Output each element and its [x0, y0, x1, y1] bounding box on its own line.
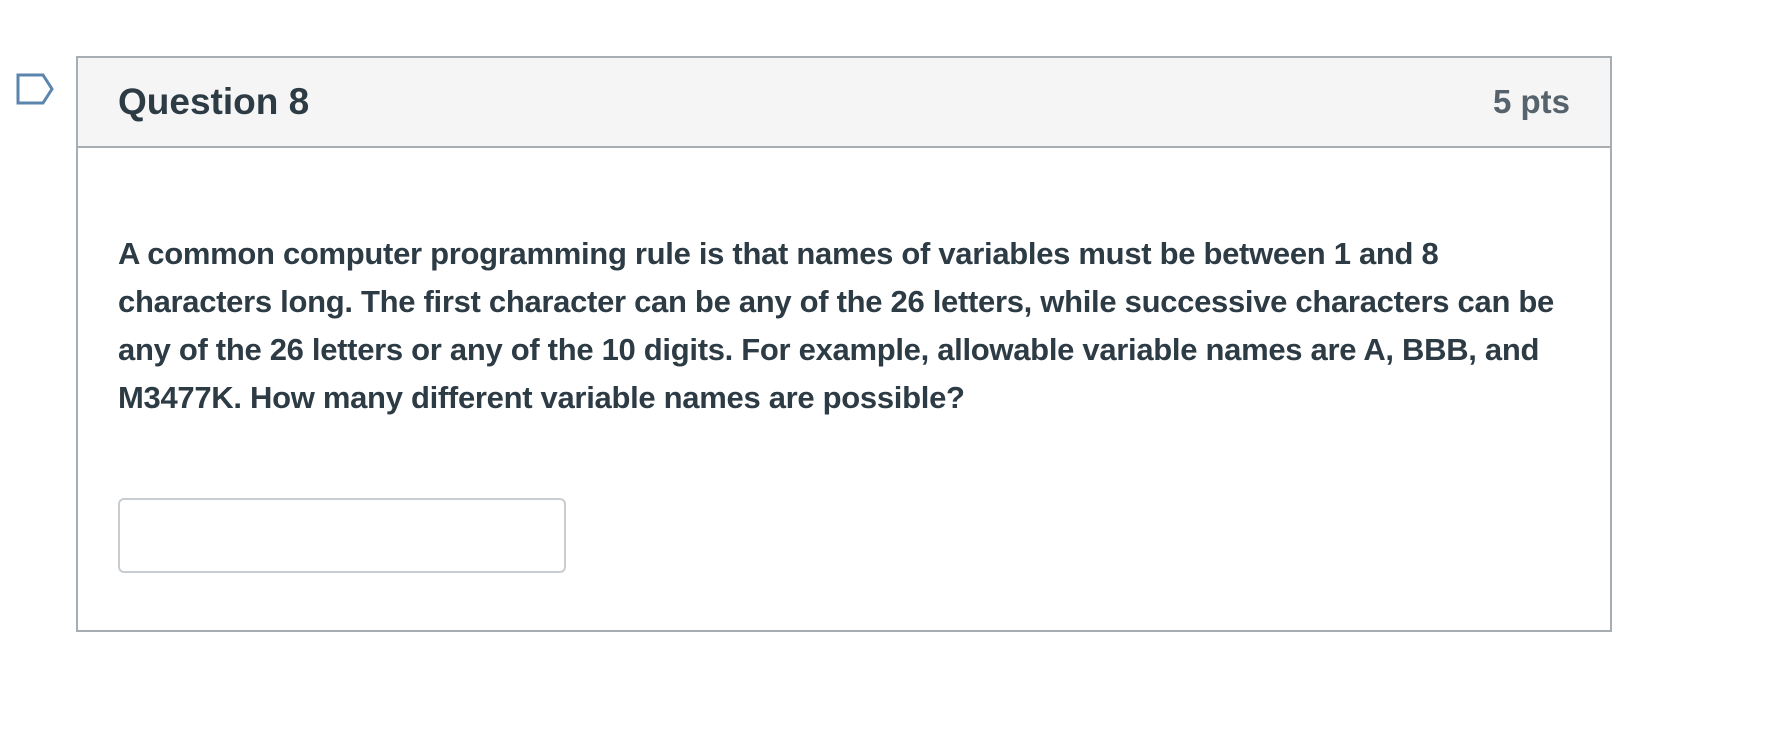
- question-text: A common computer programming rule is th…: [118, 236, 1554, 415]
- question-title: Question 8: [118, 81, 310, 122]
- question-body: A common computer programming rule is th…: [78, 148, 1610, 573]
- answer-input[interactable]: [118, 498, 566, 573]
- flag-question-icon[interactable]: [16, 73, 54, 105]
- question-card: Question 8 5 pts A common computer progr…: [76, 56, 1612, 632]
- question-points: 5 pts: [1492, 83, 1570, 120]
- question-header: Question 8 5 pts: [78, 58, 1610, 148]
